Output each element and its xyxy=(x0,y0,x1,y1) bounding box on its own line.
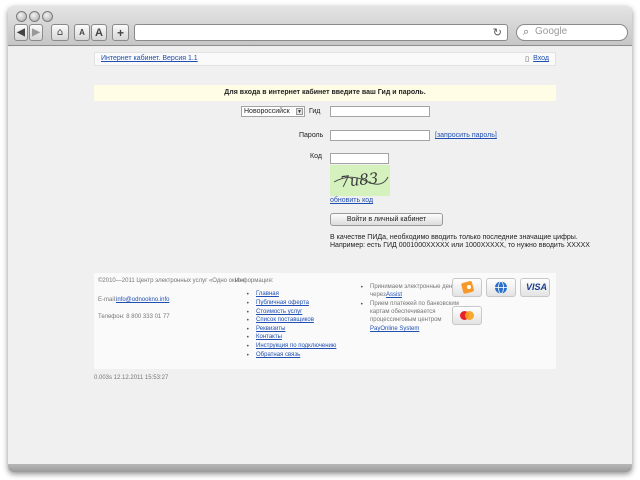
top-nav-bar: Интернет кабинет. Версия 1.1 ▯ Вход xyxy=(94,52,556,66)
close-window-button[interactable] xyxy=(16,11,27,22)
bullet-icon: • xyxy=(246,300,250,307)
bullet-icon: • xyxy=(246,352,250,359)
bullet-icon: • xyxy=(360,301,364,308)
search-field[interactable]: ⌕ Google xyxy=(516,24,628,41)
browser-status-bar xyxy=(8,464,632,472)
browser-toolbar: ◀ ▶ ⌂ A A + ↻ ⌕ Google xyxy=(8,6,632,46)
text-smaller-button[interactable]: A xyxy=(74,24,90,41)
captcha-graphic: 7u83 xyxy=(330,165,390,196)
password-input[interactable] xyxy=(330,130,430,141)
login-door-icon: ▯ xyxy=(525,55,529,63)
login-banner: Для входа в интернет кабинет введите ваш… xyxy=(94,85,556,101)
login-link[interactable]: Вход xyxy=(533,55,549,62)
phone-text: Телефон: 8 800 333 01 77 xyxy=(98,314,170,320)
zoom-window-button[interactable] xyxy=(42,11,53,22)
yandex-money-icon xyxy=(461,281,474,294)
code-label: Код xyxy=(310,153,322,160)
bullet-icon: • xyxy=(246,343,250,350)
footer-link-requisites[interactable]: Реквизиты xyxy=(256,326,285,332)
gid-hint-line2: Например: есть ГИД 0001000XXXXX или 1000… xyxy=(330,242,590,249)
minimize-window-button[interactable] xyxy=(29,11,40,22)
page-content: Интернет кабинет. Версия 1.1 ▯ Вход Для … xyxy=(8,47,632,464)
footer-link-contacts[interactable]: Контакты xyxy=(256,334,282,340)
text-smaller-label: A xyxy=(79,28,85,37)
home-button[interactable]: ⌂ xyxy=(51,24,69,41)
info-heading: Информация: xyxy=(235,278,274,284)
gid-label: Гид xyxy=(309,108,321,115)
back-button[interactable]: ◀ xyxy=(14,24,28,41)
footer-link-offer[interactable]: Публичная оферта xyxy=(256,300,309,306)
bullet-icon: • xyxy=(246,334,250,341)
cabinet-version-link[interactable]: Интернет кабинет. Версия 1.1 xyxy=(101,55,198,62)
code-input[interactable] xyxy=(330,153,389,164)
text-larger-label: A xyxy=(95,26,103,39)
login-submit-button[interactable]: Войти в личный кабинет xyxy=(330,213,443,226)
yandex-money-logo xyxy=(452,278,482,297)
search-placeholder: Google xyxy=(535,26,568,37)
captcha-image: 7u83 xyxy=(330,165,390,196)
card-note-line3: процессинговым центром xyxy=(370,317,442,323)
gid-input[interactable] xyxy=(330,106,430,117)
emoney-note-line1: Принимаем электронные деньги xyxy=(370,284,461,290)
copyright-text: ©2010—2011 Центр электронных услуг «Одно… xyxy=(98,278,245,284)
address-bar[interactable]: ↻ xyxy=(134,24,508,41)
page-footer: ©2010—2011 Центр электронных услуг «Одно… xyxy=(94,273,556,369)
visa-wordmark: VISA xyxy=(526,282,548,292)
footer-link-prices[interactable]: Стоимость услуг xyxy=(256,309,302,315)
payonline-link[interactable]: PayOnline System xyxy=(370,326,419,332)
back-arrow-icon: ◀ xyxy=(17,27,25,38)
mastercard-circles-icon xyxy=(460,311,474,320)
forward-button[interactable]: ▶ xyxy=(29,24,43,41)
bullet-icon: • xyxy=(246,309,250,316)
add-icon: + xyxy=(116,25,124,40)
bullet-icon: • xyxy=(246,326,250,333)
footer-link-feedback[interactable]: Обратная связь xyxy=(256,352,300,358)
email-link[interactable]: info@odnookno.info xyxy=(116,297,169,303)
card-note-line2: картам обеспечивается xyxy=(370,309,436,315)
mastercard-logo xyxy=(452,306,482,325)
bullet-icon: • xyxy=(246,291,250,298)
search-icon: ⌕ xyxy=(523,25,530,38)
browser-window: ◀ ▶ ⌂ A A + ↻ ⌕ Google Интернет кабинет.… xyxy=(8,6,632,472)
email-label: E-mail: xyxy=(98,297,117,303)
region-selected-value: Новороссийск xyxy=(244,108,290,115)
add-bookmark-button[interactable]: + xyxy=(112,24,129,41)
emoney-note-line2: через xyxy=(370,292,386,298)
password-label: Пароль xyxy=(299,132,324,139)
card-note-line1: Прием платежей по банковским xyxy=(370,301,459,307)
reload-icon[interactable]: ↻ xyxy=(493,26,502,39)
webmoney-globe-icon xyxy=(495,281,507,294)
assist-link[interactable]: Assist xyxy=(386,292,402,298)
region-select[interactable]: Новороссийск ▼ xyxy=(241,106,305,117)
bullet-icon: • xyxy=(360,284,364,291)
footer-link-providers[interactable]: Список поставщиков xyxy=(256,317,314,323)
footer-link-instructions[interactable]: Инструкция по подключению xyxy=(256,343,336,349)
webmoney-logo xyxy=(486,278,516,297)
request-password-link[interactable]: [запросить пароль] xyxy=(435,132,497,139)
generation-status: 0.003s 12.12.2011 15:53:27 xyxy=(94,375,169,381)
refresh-captcha-link[interactable]: обновить код xyxy=(330,197,373,204)
text-larger-button[interactable]: A xyxy=(91,24,107,41)
bullet-icon: • xyxy=(246,317,250,324)
footer-link-home[interactable]: Главная xyxy=(256,291,279,297)
forward-arrow-icon: ▶ xyxy=(32,27,40,38)
visa-logo: VISA xyxy=(520,278,550,297)
dropdown-arrow-icon: ▼ xyxy=(296,108,303,115)
gid-hint-line1: В качестве ПИДа, необходимо вводить толь… xyxy=(330,234,578,241)
home-icon: ⌂ xyxy=(56,27,64,38)
